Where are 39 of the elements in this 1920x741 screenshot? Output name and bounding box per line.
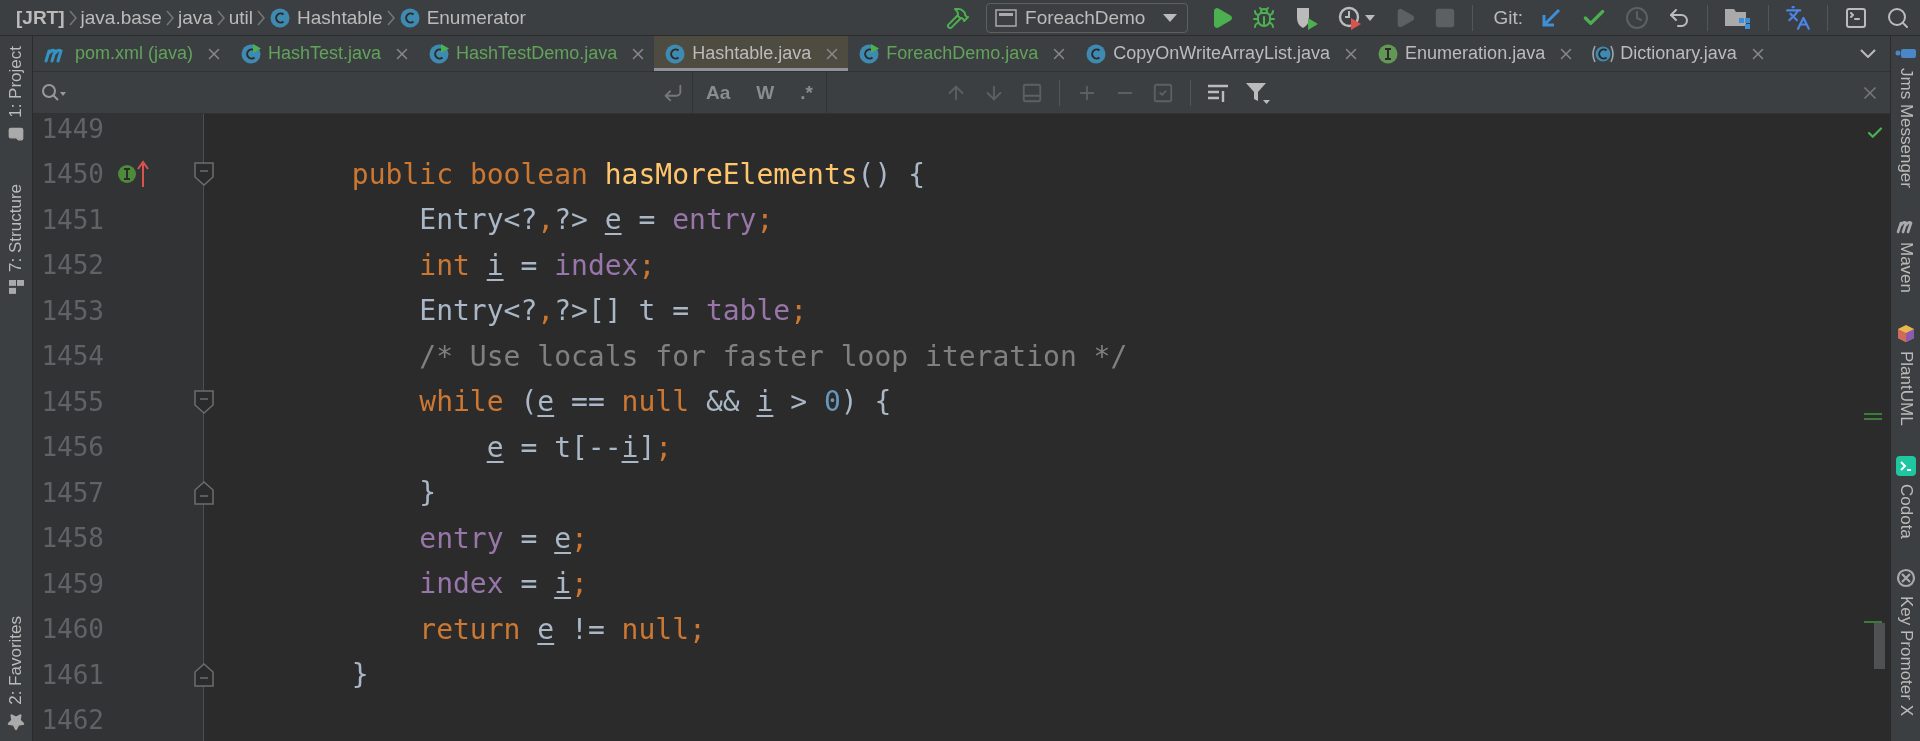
tool-window-tab[interactable]: Maven [1895,214,1916,297]
code-line: } [418,476,437,510]
tool-window-tab[interactable]: Key Promoter X [1895,564,1916,721]
breadcrumb-item[interactable]: util [228,6,254,29]
editor-tab[interactable]: Hashtable.java [654,36,849,71]
editor-tab[interactable]: ForeachDemo.java [848,36,1076,71]
git-label: Git: [1493,6,1523,29]
editor-tab[interactable]: HashTestDemo.java [418,36,655,71]
find-option-toggle[interactable]: Aa [702,79,735,106]
find-option-toggle[interactable]: .* [796,79,817,106]
editor-tab[interactable]: pom.xml (java) [33,36,231,71]
code-line: entry = e; [418,521,588,555]
editor-tab[interactable]: CopyOnWriteArrayList.java [1075,36,1368,71]
breadcrumb-item[interactable]: Hashtable [269,6,383,29]
tool-window-tab[interactable]: Jms Messenger [1894,42,1917,192]
code-line: /* Use locals for faster loop iteration */ [418,339,1128,373]
breadcrumb-item[interactable]: java.base [80,6,162,29]
tool-window-tab[interactable]: 7: Structure [6,179,26,298]
breadcrumb-item[interactable]: [JRT] [16,6,65,29]
code-line: public boolean hasMoreElements() { [350,157,926,191]
editor-tab[interactable]: Enumeration.java [1367,36,1583,71]
editor-tab[interactable]: Dictionary.java [1582,36,1774,71]
code-line: } [350,658,369,692]
breadcrumb-item[interactable]: java [177,6,213,29]
code-line: return e != null; [418,612,706,646]
editor-tab[interactable]: HashTest.java [230,36,419,71]
tool-window-tab[interactable]: 1: Project [6,42,26,146]
breadcrumb-item[interactable]: Enumerator [398,6,526,29]
tool-window-tab[interactable]: PlantUML [1895,319,1916,430]
run-configuration-dropdown[interactable]: ForeachDemo [986,2,1189,33]
code-line: Entry<?,?> e = entry; [418,203,774,237]
tool-window-tab[interactable]: 2: Favorites [6,612,26,735]
code-line: Entry<?,?>[] t = table; [418,294,808,328]
code-line: e = t[--i]; [485,430,673,464]
code-line: index = i; [418,567,588,601]
find-option-toggle[interactable]: W [752,79,779,106]
code-line: while (e == null && i > 0) { [418,385,892,419]
code-line: int i = index; [418,248,656,282]
tool-window-tab[interactable]: Codota [1895,451,1916,543]
